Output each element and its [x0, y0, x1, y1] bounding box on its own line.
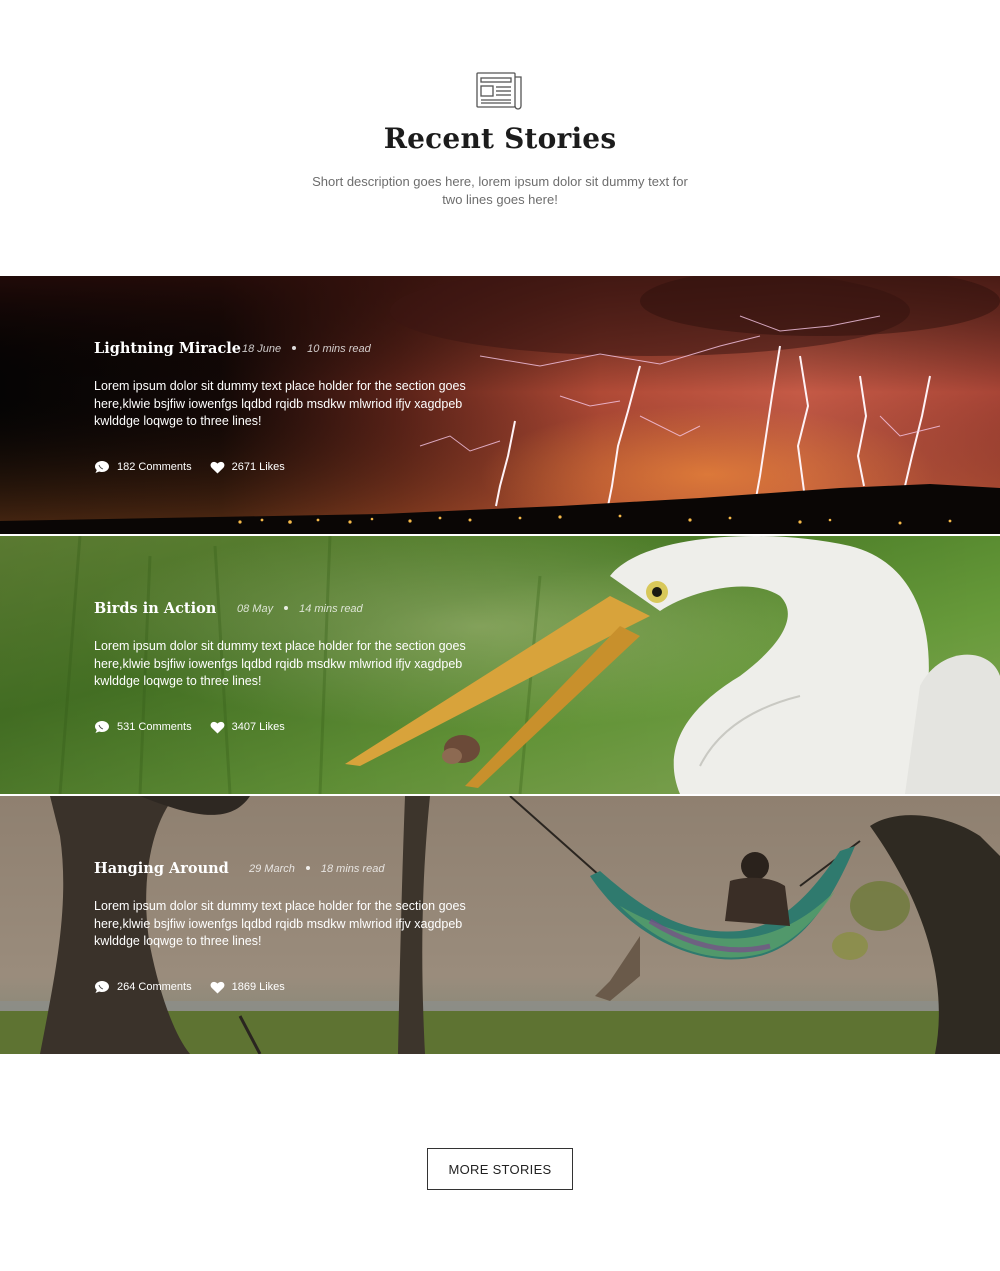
story-stats: 264 Comments 1869 Likes: [94, 980, 285, 994]
story-meta: 08 May 14 mins read: [237, 603, 363, 615]
story-title[interactable]: Birds in Action: [94, 600, 216, 617]
story-card[interactable]: Hanging Around 29 March 18 mins read Lore…: [0, 796, 1000, 1054]
separator-dot: [305, 866, 310, 871]
comments-count: 182 Comments: [117, 461, 192, 473]
comments-link[interactable]: 531 Comments: [94, 720, 192, 734]
story-stats: 182 Comments 2671 Likes: [94, 460, 285, 474]
comments-link[interactable]: 264 Comments: [94, 980, 192, 994]
heart-icon: [210, 981, 225, 993]
page-title: Recent Stories: [383, 122, 617, 155]
story-date: 18 June: [242, 343, 282, 355]
separator-dot: [284, 606, 289, 611]
story-read-time: 14 mins read: [299, 603, 363, 615]
story-card[interactable]: Lightning Miracle 18 June 10 mins read Lo…: [0, 276, 1000, 534]
newspaper-icon: [476, 72, 522, 110]
likes-link[interactable]: 3407 Likes: [210, 721, 285, 734]
comments-count: 264 Comments: [117, 981, 192, 993]
likes-link[interactable]: 1869 Likes: [210, 981, 285, 994]
separator-dot: [292, 346, 297, 351]
comment-bubble-icon: [95, 461, 109, 473]
story-read-time: 18 mins read: [320, 863, 385, 875]
story-excerpt: Lorem ipsum dolor sit dummy text place h…: [94, 379, 466, 429]
comments-link[interactable]: 182 Comments: [94, 460, 192, 474]
comment-bubble-icon: [95, 981, 109, 993]
story-title[interactable]: Hanging Around: [94, 860, 229, 877]
likes-count: 2671 Likes: [231, 461, 285, 473]
heart-icon: [210, 721, 225, 733]
story-excerpt: Lorem ipsum dolor sit dummy text place h…: [94, 639, 466, 689]
story-card[interactable]: Birds in Action 08 May 14 mins read Lorem…: [0, 536, 1000, 794]
story-meta: 18 June 10 mins read: [242, 343, 371, 355]
story-stats: 531 Comments 3407 Likes: [94, 720, 285, 734]
likes-count: 1869 Likes: [231, 981, 285, 993]
story-date: 29 March: [249, 863, 295, 875]
story-date: 08 May: [237, 603, 274, 615]
more-stories-button[interactable]: MORE STORIES: [427, 1148, 573, 1190]
page-description: Short description goes here, lorem ipsum…: [312, 174, 688, 207]
likes-link[interactable]: 2671 Likes: [210, 461, 285, 474]
story-meta: 29 March 18 mins read: [249, 863, 384, 875]
story-title[interactable]: Lightning Miracle: [94, 340, 241, 357]
story-read-time: 10 mins read: [307, 343, 371, 355]
likes-count: 3407 Likes: [231, 721, 285, 733]
story-excerpt: Lorem ipsum dolor sit dummy text place h…: [94, 899, 466, 949]
comment-bubble-icon: [95, 721, 109, 733]
comments-count: 531 Comments: [117, 721, 192, 733]
heart-icon: [210, 461, 225, 473]
